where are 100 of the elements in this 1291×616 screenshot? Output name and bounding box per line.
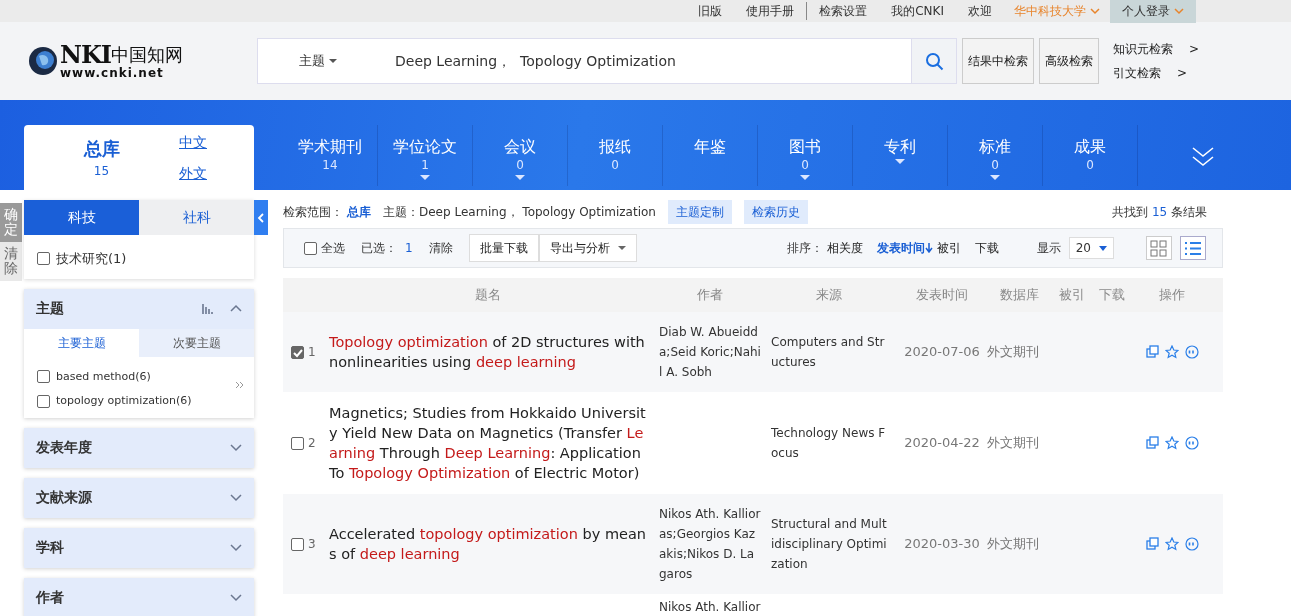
facet-header[interactable]: 学科 [24,527,254,568]
facet-header[interactable]: 作者 [24,577,254,616]
sort-option[interactable]: 下载 [974,239,999,257]
list-view-icon [1184,239,1202,257]
checkbox[interactable] [291,345,304,359]
facet-header[interactable]: 文献来源 [24,477,254,518]
checkbox[interactable] [37,370,50,384]
star-icon[interactable] [1164,436,1179,450]
database-count: 0 [516,157,524,173]
checkbox[interactable] [291,537,304,551]
search-field-select[interactable]: 主题 [257,38,377,84]
database-count: 0 [611,157,619,173]
database-tab[interactable]: 标准 [979,137,1011,157]
checkbox[interactable] [291,436,304,450]
checkbox[interactable] [37,394,50,408]
page-size-select[interactable]: 20 [1068,237,1114,259]
discipline-tab[interactable]: 社科 [139,200,254,235]
chevron-down-icon[interactable] [230,443,242,452]
facet-header[interactable]: 主题 [24,288,254,329]
expand-down-icon[interactable] [1191,144,1215,167]
sort-option[interactable]: 发表时间 [876,239,933,257]
database-tab[interactable]: 会议 [504,137,536,157]
database-tab[interactable]: 专利 [884,137,916,157]
chevron-down-icon[interactable] [230,593,242,602]
facet-header[interactable]: 发表年度 [24,427,254,468]
database-tab[interactable]: 成果 [1074,137,1106,157]
nav-link[interactable]: 引文检索 [1113,64,1161,82]
copy-icon[interactable] [1145,436,1159,449]
column-header: 题名 [474,286,502,304]
toolbar-button[interactable]: 导出与分析 [538,234,637,262]
database-tab[interactable]: 学位论文 [393,137,457,157]
caret-icon [1174,7,1184,15]
column-header: 被引 [1058,286,1086,305]
source-cell[interactable]: Technology News Focus [771,423,887,463]
scope-library[interactable]: 总库 [347,203,371,221]
database-count: 0 [1086,157,1094,173]
sort-option[interactable]: 相关度 [826,239,863,257]
search-input[interactable]: Deep Learning， Topology Optimization [377,38,911,84]
select-all-checkbox[interactable]: 全选 [304,239,345,257]
database-tab[interactable]: 学术期刊 [298,137,362,157]
search-option-button[interactable]: 高级检索 [1039,38,1099,84]
scope-button[interactable]: 主题定制 [667,200,732,224]
logo-chinese-text: 中国知网 [111,46,184,64]
copy-icon[interactable] [1145,537,1159,550]
result-title-link[interactable]: Topology optimization of 2D structures with nonlinearities using deep learning [329,332,647,372]
database-cell: 外文期刊 [987,344,1039,360]
database-count: 1 [421,157,429,173]
source-cell[interactable]: Computers and Structures [771,332,887,372]
database-tab[interactable]: 图书 [789,137,821,157]
sort-option[interactable]: 被引 [936,239,961,257]
top-link[interactable]: 检索设置 [807,2,880,20]
filter-option[interactable]: based method(6) [56,368,151,385]
view-toggle[interactable] [1146,236,1172,260]
library-tab-title[interactable]: 总库 [83,135,120,162]
chevron-up-icon[interactable] [230,304,242,313]
collapse-sidebar-button[interactable] [254,200,268,235]
selected-label: 已选： [361,240,397,257]
language-link[interactable]: 中文 [179,131,207,153]
top-link[interactable]: 欢迎 [956,2,1004,20]
result-title-link[interactable]: Magnetics; Studies from Hokkaido University Yield New Data on Magnetics (Transfer Learning Through Deep Learning: Application To Topology Optimization of Electric Motor) [329,403,647,483]
filter-option[interactable]: 技术研究(1) [56,249,127,269]
dropdown-caret-icon [895,159,905,164]
checkbox[interactable] [37,252,50,266]
logo-text: NKI [60,43,112,67]
quote-icon[interactable] [1184,345,1199,359]
caret-icon [1090,7,1100,15]
quote-icon[interactable] [1184,436,1199,450]
search-button[interactable] [911,38,957,84]
top-link[interactable]: 我的CNKI [879,2,956,20]
search-option-button[interactable]: 结果中检索 [962,38,1034,84]
bar-chart-icon[interactable] [202,302,214,315]
copy-icon[interactable] [1145,345,1159,358]
facet-tab[interactable]: 次要主题 [139,328,254,357]
source-cell[interactable]: Structural and Multidisciplinary Optimization [771,514,887,574]
top-link[interactable]: 使用手册 [734,2,808,20]
database-tab[interactable]: 报纸 [599,137,631,157]
clear-button[interactable]: 清除 [0,241,22,281]
quote-icon[interactable] [1184,537,1199,551]
top-link[interactable]: 旧版 [686,2,735,20]
logo-url: www.cnki.net [60,67,165,79]
result-title-link[interactable]: Accelerated topology optimization by means of deep learning [329,524,647,564]
chevron-down-icon[interactable] [230,493,242,502]
discipline-tab[interactable]: 科技 [24,200,139,235]
database-tab[interactable]: 年鉴 [694,137,726,157]
authors-cell[interactable]: Diab W. Abueidda;Seid Koric;Nahil A. Sobh [659,322,761,382]
clear-link[interactable]: 清除 [428,239,453,257]
filter-option[interactable]: topology optimization(6) [56,393,192,410]
more-icon[interactable] [235,381,244,389]
language-link[interactable]: 外文 [179,162,207,184]
login-button[interactable]: 个人登录 [1110,0,1196,23]
star-icon[interactable] [1164,345,1179,359]
nav-link[interactable]: 知识元检索 [1113,40,1173,58]
view-toggle[interactable] [1180,236,1206,260]
authors-cell[interactable]: Nikos Ath. Kallior [659,597,761,616]
row-number: 3 [308,536,316,553]
toolbar-button[interactable]: 批量下载 [468,234,539,262]
scope-button[interactable]: 检索历史 [743,200,808,224]
star-icon[interactable] [1164,537,1179,551]
chevron-down-icon[interactable] [230,543,242,552]
authors-cell[interactable]: Nikos Ath. Kallioras;Georgios Kazakis;Nikos D. Lagaros [659,504,761,584]
